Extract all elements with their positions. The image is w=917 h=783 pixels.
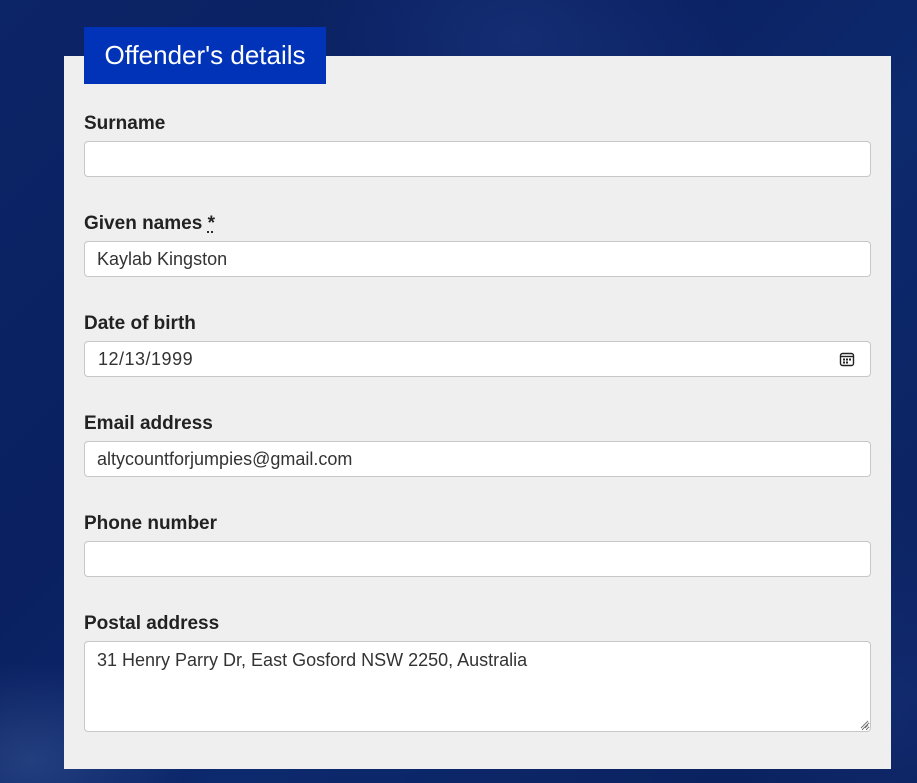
section-legend: Offender's details — [84, 27, 326, 84]
phone-label: Phone number — [84, 513, 217, 535]
postal-address-textarea[interactable]: 31 Henry Parry Dr, East Gosford NSW 2250… — [84, 641, 871, 732]
surname-label: Surname — [84, 113, 165, 135]
surname-input[interactable] — [84, 141, 871, 177]
date-of-birth-label: Date of birth — [84, 313, 196, 335]
email-label: Email address — [84, 413, 213, 435]
postal-address-label-text: Postal address — [84, 613, 220, 634]
date-of-birth-input[interactable]: 12/13/1999 — [84, 341, 871, 377]
given-names-label: Given names * — [84, 213, 215, 235]
date-of-birth-label-text: Date of birth — [84, 313, 196, 334]
phone-label-text: Phone number — [84, 513, 218, 534]
date-of-birth-value[interactable]: 12/13/1999 — [98, 342, 193, 376]
email-label-text: Email address — [84, 413, 213, 434]
surname-label-text: Surname — [84, 113, 166, 134]
required-marker: * — [207, 213, 215, 234]
given-names-input[interactable] — [84, 241, 871, 277]
email-input[interactable] — [84, 441, 871, 477]
given-names-label-text: Given names — [84, 213, 203, 234]
calendar-icon[interactable] — [839, 351, 855, 367]
phone-input[interactable] — [84, 541, 871, 577]
postal-address-label: Postal address — [84, 613, 219, 635]
